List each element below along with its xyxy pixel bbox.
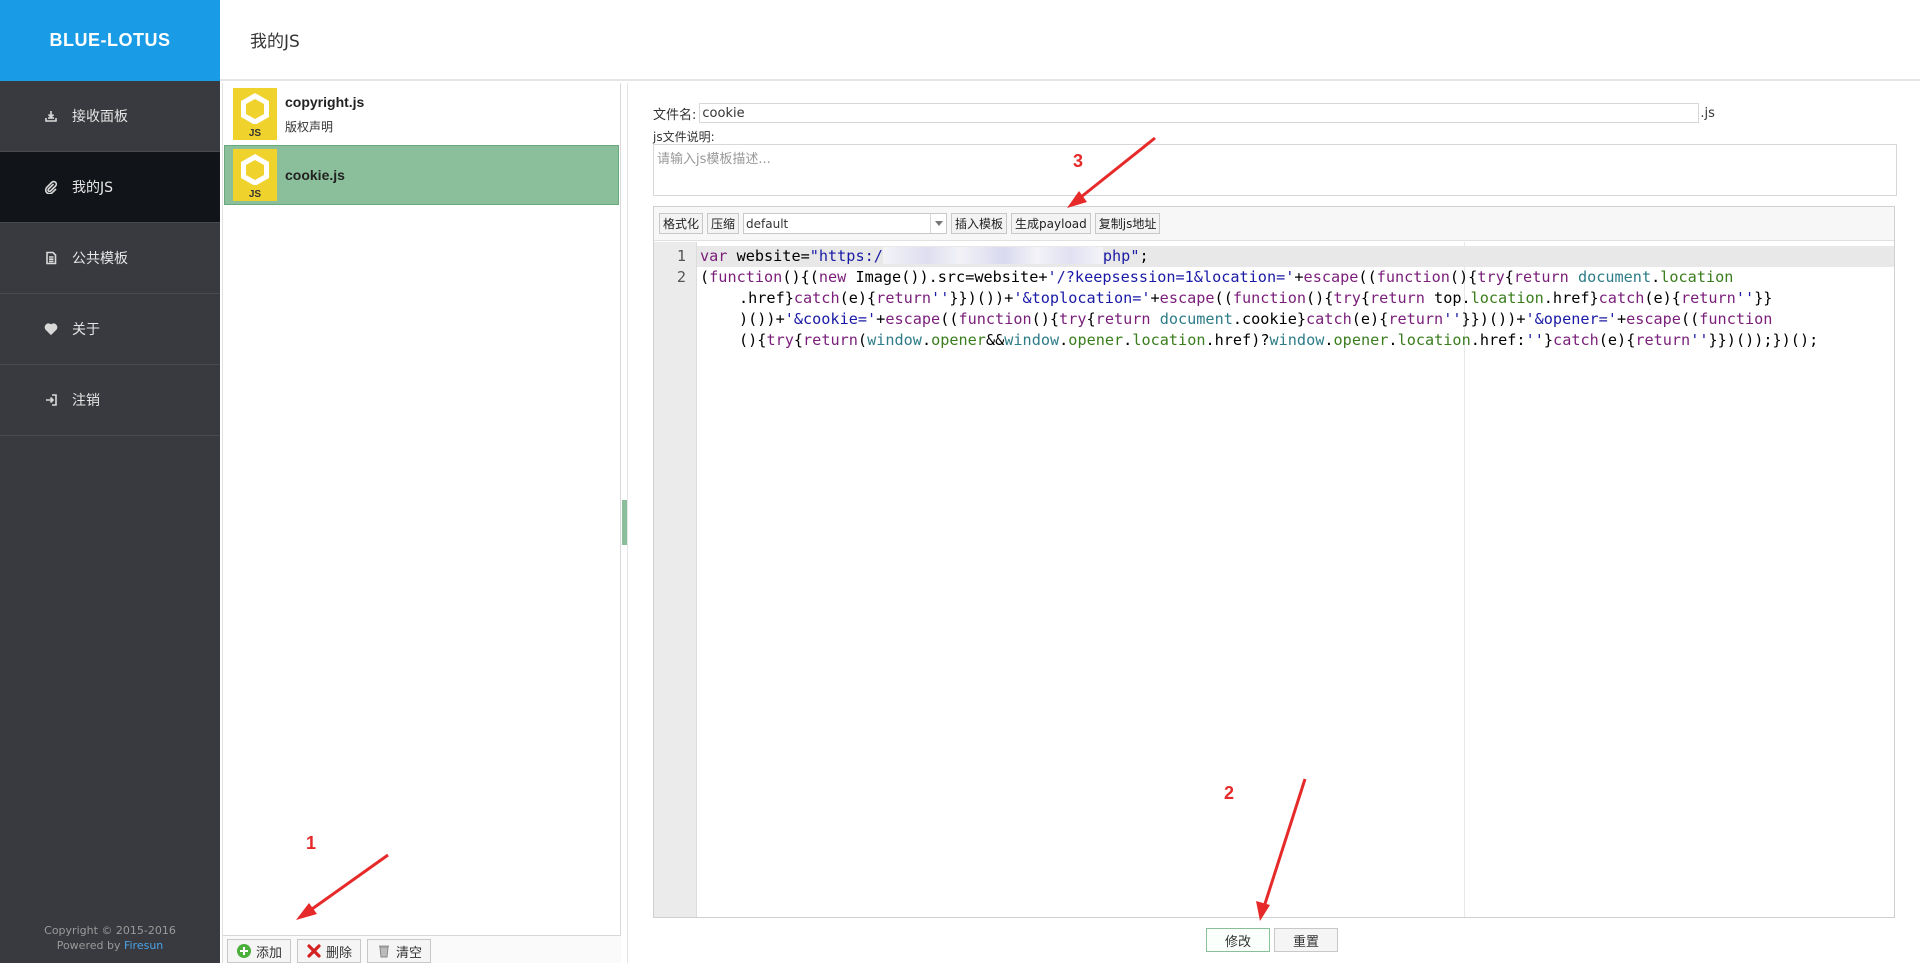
file-name: copyright.js (285, 93, 365, 110)
delete-icon (307, 944, 321, 958)
line-gutter: 1 2 (654, 242, 697, 917)
svg-text:JS: JS (249, 128, 262, 139)
code-line-1: var website="https:/php"; (700, 247, 1149, 265)
code-editor: 格式化 压缩 default 插入模板 生成payload 复制js地址 1 2 (653, 206, 1895, 918)
line-number: 1 (676, 247, 686, 265)
clear-files-button[interactable]: 清空 (367, 939, 432, 963)
add-icon (237, 944, 251, 958)
sidebar-footer: Copyright © 2015-2016 Powered by Firesun (0, 923, 220, 953)
brand-logo[interactable]: BLUE-LOTUS (0, 0, 220, 81)
sidebar-item-logout[interactable]: 注销 (0, 365, 220, 436)
sidebar-item-label: 关于 (72, 322, 100, 338)
js-file-icon: JS (233, 88, 277, 140)
reset-button[interactable]: 重置 (1274, 928, 1339, 952)
js-file-icon: JS (233, 149, 277, 201)
redacted-url (882, 247, 1103, 264)
filename-suffix: .js (1700, 105, 1715, 121)
document-icon (44, 251, 58, 265)
generate-payload-button[interactable]: 生成payload (1011, 213, 1091, 234)
svg-text:JS: JS (249, 189, 262, 200)
sidebar-item-label: 公共模板 (72, 251, 128, 267)
annotation-2: 2 (1224, 783, 1235, 803)
sidebar-item-label: 注销 (72, 393, 100, 409)
add-file-button[interactable]: 添加 (227, 939, 292, 963)
chevron-down-icon (930, 214, 946, 233)
form-actions: 修改 重置 (1206, 928, 1339, 952)
line-number: 2 (676, 268, 686, 286)
sidebar-item-my-js[interactable]: 我的JS (0, 152, 220, 223)
page-header: 我的JS (220, 0, 1920, 81)
sidebar-item-receive-panel[interactable]: 接收面板 (0, 81, 220, 152)
sidebar-item-label: 接收面板 (72, 109, 128, 125)
sidebar-item-about[interactable]: 关于 (0, 294, 220, 365)
trash-icon (379, 945, 390, 958)
heart-icon (44, 322, 58, 336)
file-list-toolbar: 添加 删除 清空 (223, 935, 621, 963)
theme-select[interactable]: default (743, 213, 948, 234)
modify-button[interactable]: 修改 (1206, 928, 1271, 952)
compress-button[interactable]: 压缩 (707, 213, 740, 234)
filename-label: 文件名: (653, 107, 697, 123)
editor-toolbar: 格式化 压缩 default 插入模板 生成payload 复制js地址 (654, 207, 1894, 241)
code-area[interactable]: 1 2 var website="https:/php"; (function(… (654, 242, 1894, 917)
sidebar: BLUE-LOTUS 接收面板 我的JS 公共模板 关于 注销 Copyrigh… (0, 0, 220, 963)
copyright-text: Copyright © 2015-2016 (44, 924, 176, 937)
format-button[interactable]: 格式化 (659, 213, 704, 234)
splitter-handle[interactable] (622, 500, 627, 545)
powered-by: Powered by Firesun (56, 939, 164, 952)
delete-file-button[interactable]: 删除 (297, 939, 362, 963)
file-name: cookie.js (285, 167, 345, 183)
filename-input[interactable] (699, 103, 1700, 123)
code-line-2: (function(){(new Image()).src=website+'/… (700, 268, 1819, 349)
firesun-link[interactable]: Firesun (124, 939, 163, 952)
insert-template-button[interactable]: 插入模板 (951, 213, 1008, 234)
file-item-cookie[interactable]: JS cookie.js (224, 145, 619, 205)
filename-row: 文件名: .js (653, 103, 1715, 123)
app-root: BLUE-LOTUS 接收面板 我的JS 公共模板 关于 注销 Copyrigh… (0, 0, 1920, 963)
description-label: js文件说明: (653, 130, 715, 144)
annotation-1: 1 (306, 833, 317, 853)
annotation-3: 3 (1073, 151, 1084, 171)
page-title: 我的JS (250, 32, 300, 52)
editor-area: 文件名: .js js文件说明: 格式化 压缩 default 插入模板 生成p… (628, 83, 1920, 963)
inbox-icon (44, 109, 58, 123)
sidebar-item-label: 我的JS (72, 180, 114, 196)
file-desc: 版权声明 (285, 119, 334, 134)
description-textarea[interactable] (653, 144, 1897, 196)
file-item-copyright[interactable]: JS copyright.js 版权声明 (224, 84, 619, 144)
sidebar-item-public-templates[interactable]: 公共模板 (0, 223, 220, 294)
paperclip-icon (44, 180, 58, 194)
file-list-panel: JS copyright.js 版权声明 JS cookie.js 添加 删除 … (222, 83, 621, 963)
logout-icon (44, 393, 58, 407)
code-content: var website="https:/php"; (function(){(n… (700, 246, 1890, 351)
copy-js-url-button[interactable]: 复制js地址 (1094, 213, 1161, 234)
